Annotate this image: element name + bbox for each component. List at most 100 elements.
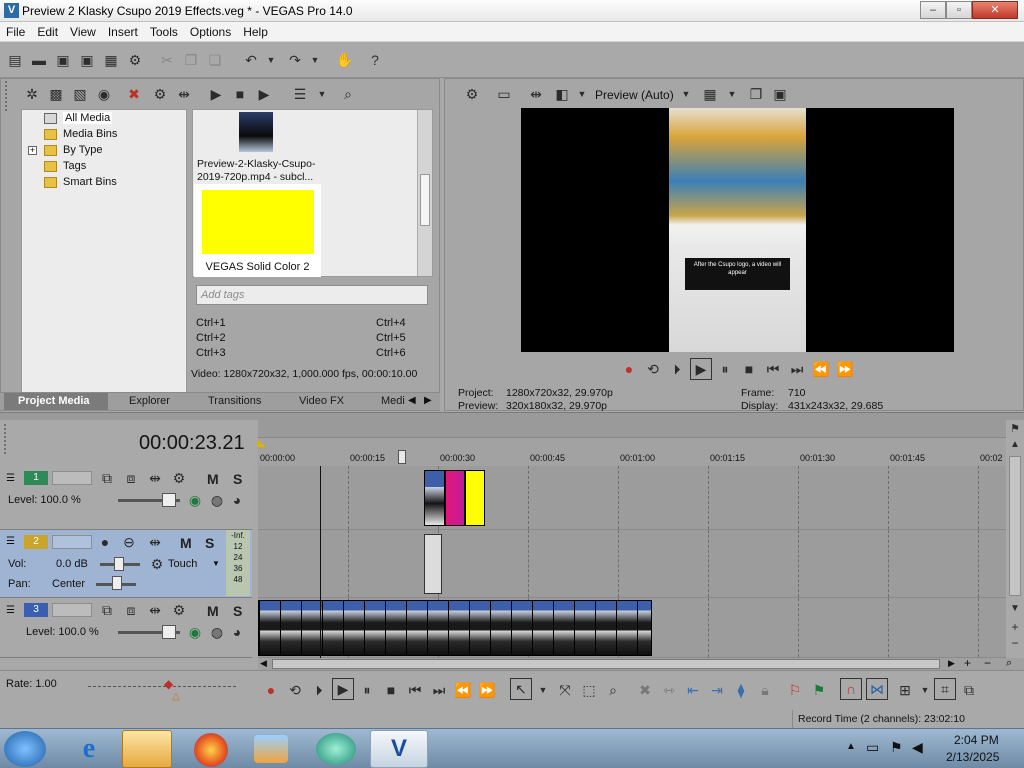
parent-compositing-icon[interactable]: ⧈	[122, 601, 140, 619]
zoom-in-horizontal-icon[interactable]: +	[964, 656, 971, 670]
scroll-left-icon[interactable]: ◀	[260, 658, 267, 669]
track-fx-gear-icon[interactable]: ⚙	[170, 469, 188, 487]
composite-mode-icon[interactable]: ◉	[186, 623, 204, 641]
mute-button[interactable]: M	[180, 535, 192, 551]
record-icon[interactable]: ●	[620, 360, 638, 378]
clock-date[interactable]: 2/13/2025	[946, 750, 999, 764]
action-center-flag-icon[interactable]: ⚑	[890, 739, 903, 756]
insert-region-icon[interactable]: ⚑	[810, 681, 828, 699]
maximize-button[interactable]: ▫	[946, 1, 972, 19]
delete-icon[interactable]: ✖	[125, 85, 143, 103]
network-icon[interactable]: ▭	[866, 739, 879, 756]
go-to-start-icon[interactable]: ⏮	[764, 360, 782, 378]
automation-gear-icon[interactable]: ⚙	[148, 555, 166, 573]
track-header-1[interactable]: ☰ 1 ⧉ ⧈ ⇹ ⚙ M S Level: 100.0 % ◉ ◍ ◕	[0, 466, 252, 530]
media-player-icon[interactable]	[254, 735, 288, 763]
vertical-scrollbar[interactable]	[1009, 456, 1021, 596]
undo-dropdown-icon[interactable]: ▼	[262, 51, 280, 69]
ripple-dropdown-icon[interactable]: ▼	[916, 681, 934, 699]
cursor-tool-icon[interactable]: ✋	[336, 51, 354, 69]
media-fx-gear-icon[interactable]: ⚙	[151, 85, 169, 103]
tree-item-media-bins[interactable]: Media Bins	[44, 128, 117, 140]
copy-snapshot-icon[interactable]: ❐	[747, 85, 765, 103]
compositing-child-icon[interactable]: ◕	[228, 491, 246, 509]
help-icon[interactable]: ?	[366, 51, 384, 69]
render-icon[interactable]: ▦	[102, 51, 120, 69]
tree-item-all-media[interactable]: All Media	[44, 112, 113, 124]
mask-icon[interactable]: ◍	[208, 491, 226, 509]
shortcut[interactable]: Ctrl+4	[376, 317, 406, 329]
grid-icon[interactable]: ▦	[701, 85, 719, 103]
ignore-grouping-icon[interactable]: ⧉	[960, 681, 978, 699]
mute-button[interactable]: M	[207, 471, 219, 487]
arm-record-icon[interactable]: ●	[96, 533, 114, 551]
scroll-down-icon[interactable]: ▼	[1006, 600, 1024, 618]
track-name-field[interactable]	[52, 471, 92, 485]
tree-item-smart-bins[interactable]: Smart Bins	[44, 176, 117, 188]
track-lane-1[interactable]	[258, 466, 1006, 530]
track-header-2[interactable]: ☰ 2 ● ⊖ ⇹ M S Vol: 0.0 dB ⚙ Touch ▼ Pan:…	[0, 530, 252, 598]
horizontal-scrollbar[interactable]	[272, 659, 940, 669]
pause-icon[interactable]: ⏸	[358, 681, 376, 699]
views-icon[interactable]: ☰	[291, 85, 309, 103]
next-frame-icon[interactable]: ⏩	[836, 360, 854, 378]
compositing-child-icon[interactable]: ◕	[228, 623, 246, 641]
split-screen-icon[interactable]: ⇹	[527, 85, 545, 103]
import-media-icon[interactable]: ▩	[47, 85, 65, 103]
solo-button[interactable]: S	[233, 603, 242, 619]
stop-icon[interactable]: ■	[382, 681, 400, 699]
track-motion-icon[interactable]: ⧉	[98, 601, 116, 619]
external-monitor-icon[interactable]: ▭	[495, 85, 513, 103]
tab-project-media[interactable]: Project Media	[18, 395, 90, 407]
save-snapshot-icon[interactable]: ▣	[771, 85, 789, 103]
envelope-tool-icon[interactable]: ⤧	[556, 681, 574, 699]
automation-mode[interactable]: Touch	[168, 558, 197, 570]
track-fx-gear-icon[interactable]: ⚙	[170, 601, 188, 619]
redo-dropdown-icon[interactable]: ▼	[306, 51, 324, 69]
play-icon[interactable]: ▶	[690, 358, 712, 380]
lock-envelopes-icon[interactable]: ⌗	[934, 678, 956, 700]
mask-icon[interactable]: ◍	[208, 623, 226, 641]
color-clip-yellow[interactable]	[465, 470, 485, 526]
overlays-dropdown-icon[interactable]: ▼	[573, 85, 591, 103]
tab-explorer[interactable]: Explorer	[129, 395, 170, 407]
video-clip[interactable]	[424, 470, 445, 526]
views-dropdown-icon[interactable]: ▼	[313, 85, 331, 103]
stop-media-icon[interactable]: ■	[231, 85, 249, 103]
level-slider-thumb[interactable]	[162, 625, 176, 639]
search-icon[interactable]: ⌕	[339, 85, 357, 103]
track-collapse-icon[interactable]: ☰	[6, 605, 15, 616]
grid-dropdown-icon[interactable]: ▼	[723, 85, 741, 103]
expand-icon[interactable]: +	[28, 146, 37, 155]
tab-video-fx[interactable]: Video FX	[299, 395, 344, 407]
tab-scroll-right-icon[interactable]: ▶	[424, 395, 432, 406]
redo-icon[interactable]: ↷	[286, 51, 304, 69]
zoom-out-horizontal-icon[interactable]: −	[984, 656, 991, 670]
play-from-start-icon[interactable]: ⏵	[310, 681, 328, 699]
shortcut[interactable]: Ctrl+6	[376, 347, 406, 359]
firefox-icon[interactable]	[194, 733, 228, 767]
track-motion-icon[interactable]: ⧉	[98, 469, 116, 487]
snapping-magnet-icon[interactable]: ∩	[840, 678, 862, 700]
track-lane-3[interactable]	[258, 598, 1006, 658]
scroll-up-icon[interactable]: ▲	[1006, 436, 1024, 454]
tree-item-tags[interactable]: Tags	[44, 160, 86, 172]
lock-icon[interactable]: 🔒︎	[756, 681, 774, 699]
cursor-timecode[interactable]: 00:00:23.21	[139, 432, 245, 455]
pause-icon[interactable]: ⏸	[716, 360, 734, 378]
start-button-icon[interactable]	[4, 731, 46, 767]
automation-icon[interactable]: ⇹	[146, 533, 164, 551]
record-icon[interactable]: ●	[262, 681, 280, 699]
track-name-field[interactable]	[52, 603, 92, 617]
automation-mode-dropdown-icon[interactable]: ▼	[212, 559, 220, 568]
selection-tool-icon[interactable]: ⬚	[580, 681, 598, 699]
undo-icon[interactable]: ↶	[242, 51, 260, 69]
tree-item-by-type[interactable]: By Type	[44, 144, 103, 156]
trim-icon[interactable]: ⇿	[660, 681, 678, 699]
autoplay-icon[interactable]: ▶	[255, 85, 273, 103]
menu-edit[interactable]: Edit	[31, 22, 64, 39]
menu-file[interactable]: File	[0, 22, 31, 39]
parent-compositing-icon[interactable]: ⧈	[122, 469, 140, 487]
auto-crossfade-icon[interactable]: ⋈	[866, 678, 888, 700]
next-frame-icon[interactable]: ⏩	[478, 681, 496, 699]
